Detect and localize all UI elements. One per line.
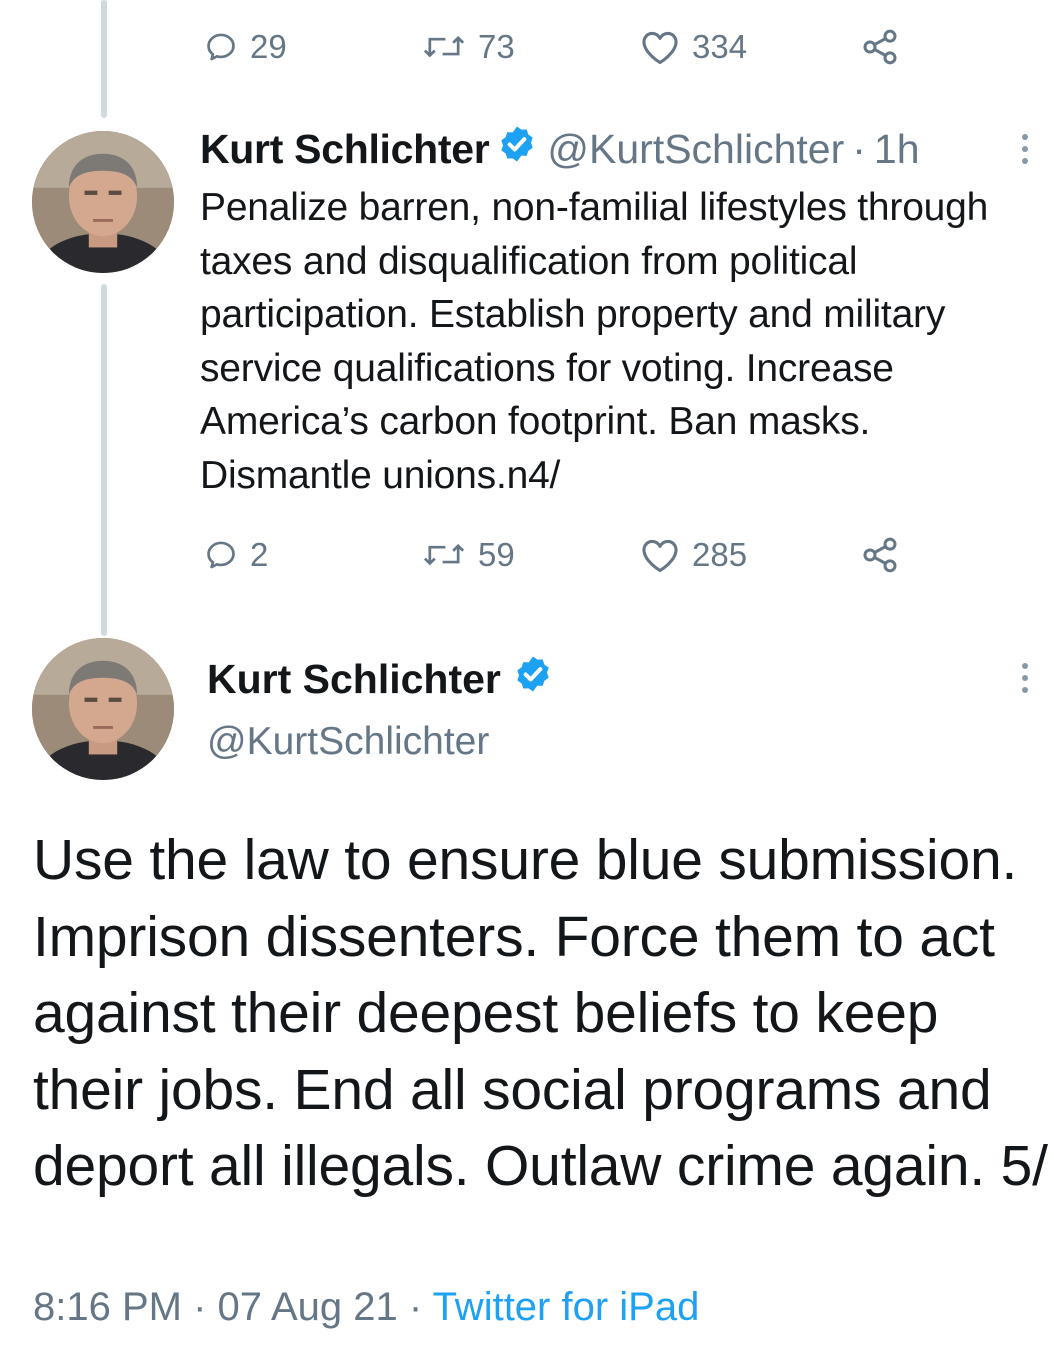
thread-line-middle xyxy=(101,284,107,636)
separator: · xyxy=(408,1285,423,1329)
reply-button[interactable]: 2 xyxy=(204,530,268,580)
author-handle[interactable]: @KurtSchlichter xyxy=(207,720,489,764)
tweet-date: 07 Aug 21 xyxy=(217,1285,398,1329)
share-icon xyxy=(863,29,897,65)
retweet-button[interactable]: 73 xyxy=(422,22,515,72)
previous-tweet-actions: 29 73 334 xyxy=(200,22,940,72)
avatar[interactable] xyxy=(32,131,174,273)
share-icon xyxy=(863,537,897,573)
tweet-metadata: 8:16 PM · 07 Aug 21 · Twitter for iPad xyxy=(33,1285,699,1330)
like-button[interactable]: 285 xyxy=(640,530,747,580)
verified-badge-icon xyxy=(497,124,537,174)
more-options-icon[interactable] xyxy=(1022,134,1028,164)
author-name[interactable]: Kurt Schlichter xyxy=(207,656,501,703)
focused-author-name-row: Kurt Schlichter xyxy=(207,654,563,704)
verified-badge-icon xyxy=(513,654,553,704)
like-count: 285 xyxy=(692,536,748,573)
tweet-timestamp[interactable]: 1h xyxy=(874,126,920,173)
thread-line-top xyxy=(101,0,107,118)
retweet-icon xyxy=(423,35,465,58)
like-count: 334 xyxy=(692,28,748,65)
reply-count: 29 xyxy=(250,28,287,65)
retweet-count: 59 xyxy=(478,536,515,573)
separator: · xyxy=(193,1285,207,1329)
separator: · xyxy=(852,125,866,172)
author-name[interactable]: Kurt Schlichter xyxy=(200,126,490,173)
share-button[interactable] xyxy=(860,530,900,580)
more-options-icon[interactable] xyxy=(1022,663,1028,693)
like-button[interactable]: 334 xyxy=(640,22,747,72)
tweet-text: Penalize barren, non-familial lifestyles… xyxy=(200,186,989,497)
reply-count: 2 xyxy=(250,536,269,573)
avatar[interactable] xyxy=(32,638,174,780)
avatar-photo xyxy=(32,638,174,780)
retweet-button[interactable]: 59 xyxy=(422,530,515,580)
tweet-header: Kurt Schlichter @KurtSchlichter · 1h xyxy=(200,124,920,174)
retweet-count: 73 xyxy=(478,28,515,65)
reply-button[interactable]: 29 xyxy=(204,22,287,72)
tweet-source-link[interactable]: Twitter for iPad xyxy=(433,1285,700,1329)
reply-icon xyxy=(207,33,235,61)
retweet-icon xyxy=(423,543,465,566)
tweet-time: 8:16 PM xyxy=(33,1285,182,1329)
reply-icon xyxy=(207,541,235,569)
like-icon xyxy=(642,539,678,573)
focused-tweet-text: Use the law to ensure blue submission. I… xyxy=(33,828,1048,1198)
avatar-photo xyxy=(32,131,174,273)
like-icon xyxy=(642,31,678,65)
author-handle[interactable]: @KurtSchlichter xyxy=(547,126,844,173)
share-button[interactable] xyxy=(860,22,900,72)
tweet-actions: 2 59 285 xyxy=(200,530,940,580)
